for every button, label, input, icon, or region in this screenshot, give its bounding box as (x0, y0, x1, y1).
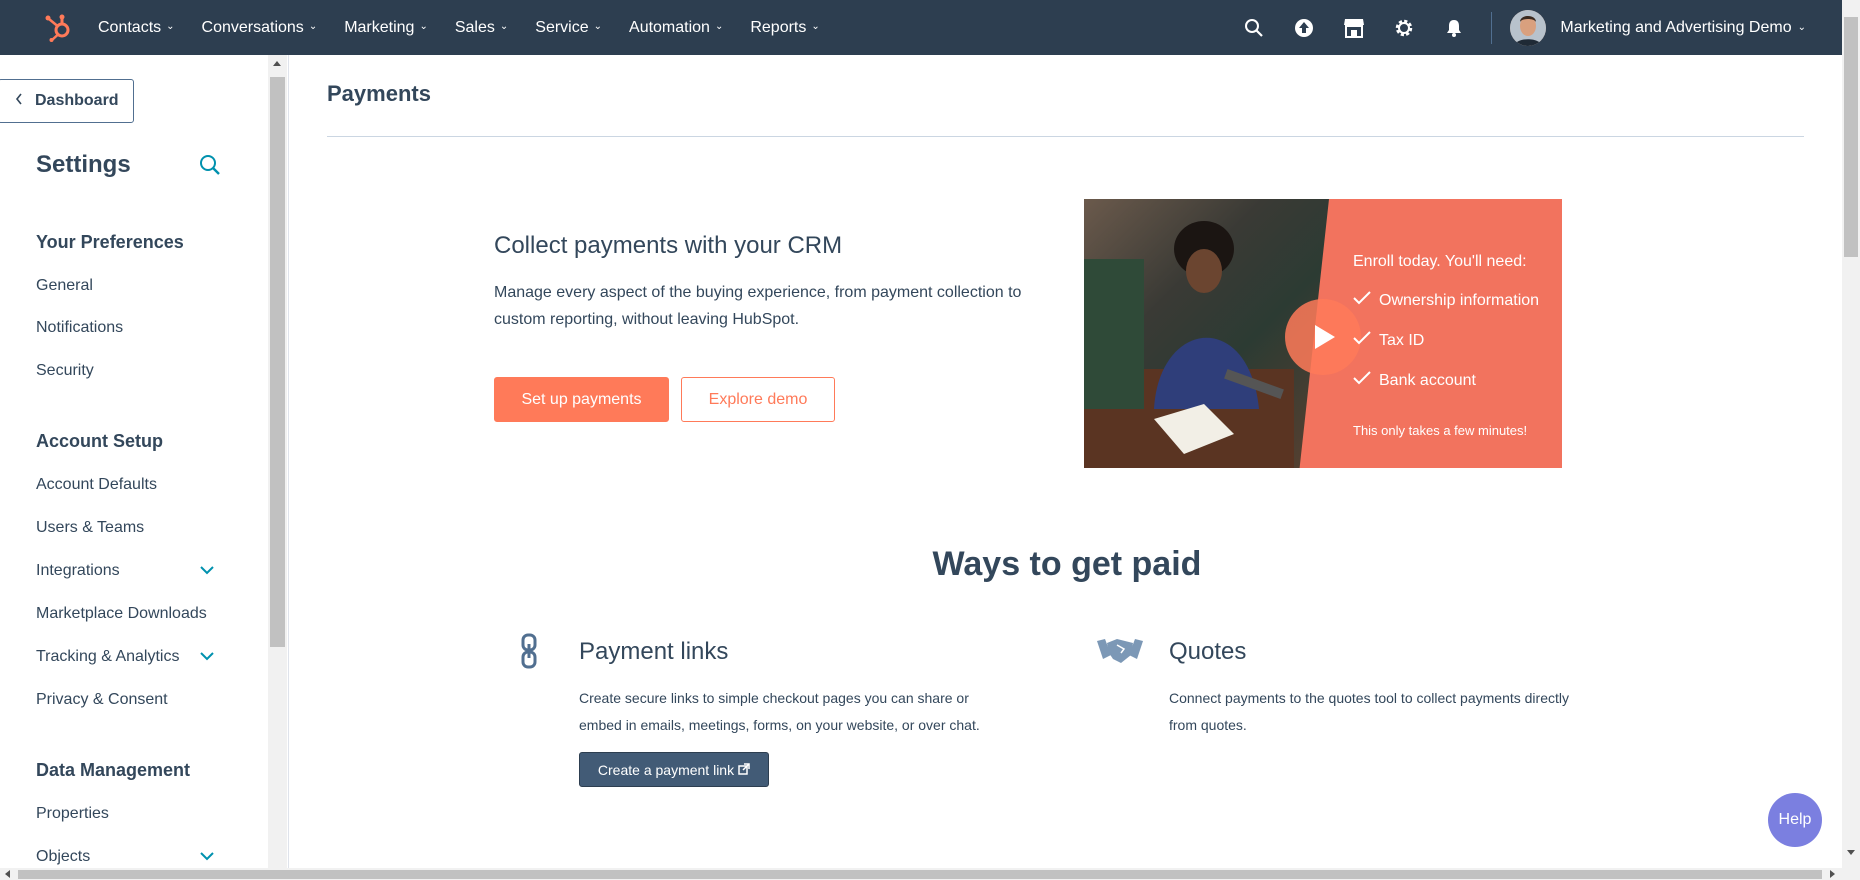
create-payment-link-button[interactable]: Create a payment link (579, 752, 769, 787)
chevron-down-icon[interactable] (200, 848, 214, 866)
sidebar-item-privacy-consent[interactable]: Privacy & Consent (36, 691, 168, 709)
dashboard-label: Dashboard (35, 92, 119, 109)
help-button[interactable]: Help (1768, 793, 1822, 847)
explore-demo-button[interactable]: Explore demo (681, 377, 835, 422)
hero-title: Collect payments with your CRM (494, 232, 843, 259)
section-your-preferences: Your Preferences (36, 232, 184, 252)
sidebar-item-notifications[interactable]: Notifications (36, 319, 123, 337)
sidebar-item-integrations[interactable]: Integrations (36, 562, 120, 580)
dashboard-back-button[interactable]: Dashboard (0, 79, 134, 123)
video-enroll-text: Enroll today. You'll need: (1353, 253, 1527, 270)
search-icon[interactable] (1229, 0, 1279, 55)
section-data-management: Data Management (36, 760, 191, 780)
nav-label: Contacts (98, 18, 162, 36)
chevron-down-icon: ⌄ (166, 21, 175, 32)
sidebar-scrollbar[interactable] (268, 55, 287, 868)
account-name: Marketing and Advertising Demo (1560, 18, 1792, 36)
chevron-down-icon: ⌄ (1797, 22, 1806, 33)
sidebar-item-general[interactable]: General (36, 277, 93, 295)
nav-label: Reports (750, 18, 807, 36)
settings-icon[interactable] (1379, 0, 1429, 55)
page-title: Payments (327, 81, 431, 106)
page-vertical-scrollbar[interactable] (1842, 0, 1860, 868)
search-icon[interactable] (199, 154, 221, 181)
chevron-down-icon[interactable] (200, 562, 214, 580)
handshake-icon (1097, 635, 1143, 672)
quotes-title: Quotes (1169, 638, 1247, 665)
sidebar-item-tracking-analytics[interactable]: Tracking & Analytics (36, 648, 179, 666)
nav-service[interactable]: Service ⌄ (535, 19, 602, 37)
external-link-icon (738, 762, 750, 778)
marketplace-icon[interactable] (1329, 0, 1379, 55)
account-menu[interactable]: Marketing and Advertising Demo ⌄ (1560, 19, 1806, 37)
sidebar-item-account-defaults[interactable]: Account Defaults (36, 476, 157, 494)
scrollbar-thumb[interactable] (270, 77, 285, 647)
chevron-down-icon[interactable] (200, 648, 214, 666)
sidebar-item-marketplace-downloads[interactable]: Marketplace Downloads (36, 605, 207, 623)
nav-label: Conversations (201, 18, 304, 36)
check-icon (1353, 371, 1371, 390)
nav-conversations[interactable]: Conversations ⌄ (202, 19, 318, 37)
nav-contacts[interactable]: Contacts ⌄ (98, 19, 175, 37)
payment-links-description: Create secure links to simple checkout p… (579, 690, 980, 733)
video-footnote: This only takes a few minutes! (1353, 423, 1528, 438)
nav-label: Service (535, 18, 589, 36)
chevron-down-icon: ⌄ (714, 21, 724, 32)
top-navigation: Contacts ⌄ Conversations ⌄ Marketing ⌄ Sale… (0, 0, 1842, 55)
chevron-down-icon: ⌄ (419, 21, 428, 32)
nav-divider (1491, 11, 1493, 44)
video-checklist-item: Bank account (1353, 371, 1476, 390)
check-icon (1353, 291, 1371, 310)
nav-automation[interactable]: Automation ⌄ (629, 19, 723, 37)
checklist-label: Bank account (1379, 371, 1476, 389)
scroll-left-arrow-icon[interactable] (5, 870, 10, 878)
hubspot-logo-icon[interactable] (42, 12, 74, 44)
settings-title: Settings (36, 151, 131, 178)
nav-label: Automation (629, 18, 710, 36)
nav-marketing[interactable]: Marketing ⌄ (344, 19, 428, 37)
checklist-label: Tax ID (1379, 331, 1425, 349)
video-checklist-item: Tax ID (1353, 331, 1424, 350)
checklist-label: Ownership information (1379, 291, 1540, 309)
main-content: Payments Collect payments with your CRM … (289, 55, 1842, 868)
avatar[interactable] (1510, 9, 1547, 46)
set-up-payments-button[interactable]: Set up payments (494, 377, 669, 422)
check-icon (1353, 331, 1371, 350)
nav-label: Sales (454, 18, 495, 36)
page-horizontal-scrollbar[interactable] (0, 868, 1860, 880)
sidebar-item-users-teams[interactable]: Users & Teams (36, 519, 144, 537)
payment-links-title: Payment links (579, 638, 729, 665)
scrollbar-thumb[interactable] (18, 870, 1822, 879)
hero-description: Manage every aspect of the buying experi… (494, 284, 1022, 328)
video-thumbnail[interactable]: Enroll today. You'll need: Ownership inf… (1084, 199, 1562, 468)
chevron-down-icon: ⌄ (811, 21, 820, 32)
quotes-description: Connect payments to the quotes tool to c… (1169, 690, 1569, 733)
scroll-down-arrow-icon[interactable] (1847, 850, 1855, 855)
notifications-icon[interactable] (1429, 0, 1479, 55)
sidebar-item-objects[interactable]: Objects (36, 848, 90, 866)
scroll-right-arrow-icon[interactable] (1830, 870, 1835, 878)
chevron-left-icon (15, 92, 23, 110)
chevron-down-icon: ⌄ (308, 21, 318, 32)
chevron-down-icon: ⌄ (593, 21, 603, 32)
play-icon[interactable] (1285, 299, 1361, 375)
ways-to-get-paid-heading: Ways to get paid (932, 545, 1202, 583)
nav-label: Marketing (344, 18, 415, 36)
button-label: Create a payment link (597, 761, 735, 778)
scrollbar-thumb[interactable] (1844, 17, 1858, 257)
settings-sidebar: Dashboard Settings Your Preferences Gene… (0, 55, 268, 868)
chevron-down-icon: ⌄ (499, 21, 509, 32)
section-account-setup: Account Setup (36, 431, 164, 451)
nav-sales[interactable]: Sales ⌄ (455, 19, 508, 37)
sidebar-item-security[interactable]: Security (36, 362, 94, 380)
link-icon (519, 633, 539, 674)
divider (327, 136, 1804, 137)
scroll-up-arrow-icon[interactable] (273, 61, 281, 66)
nav-reports[interactable]: Reports ⌄ (750, 19, 819, 37)
upgrade-icon[interactable] (1279, 0, 1329, 55)
sidebar-item-properties[interactable]: Properties (36, 805, 109, 823)
video-checklist-item: Ownership information (1353, 291, 1539, 310)
